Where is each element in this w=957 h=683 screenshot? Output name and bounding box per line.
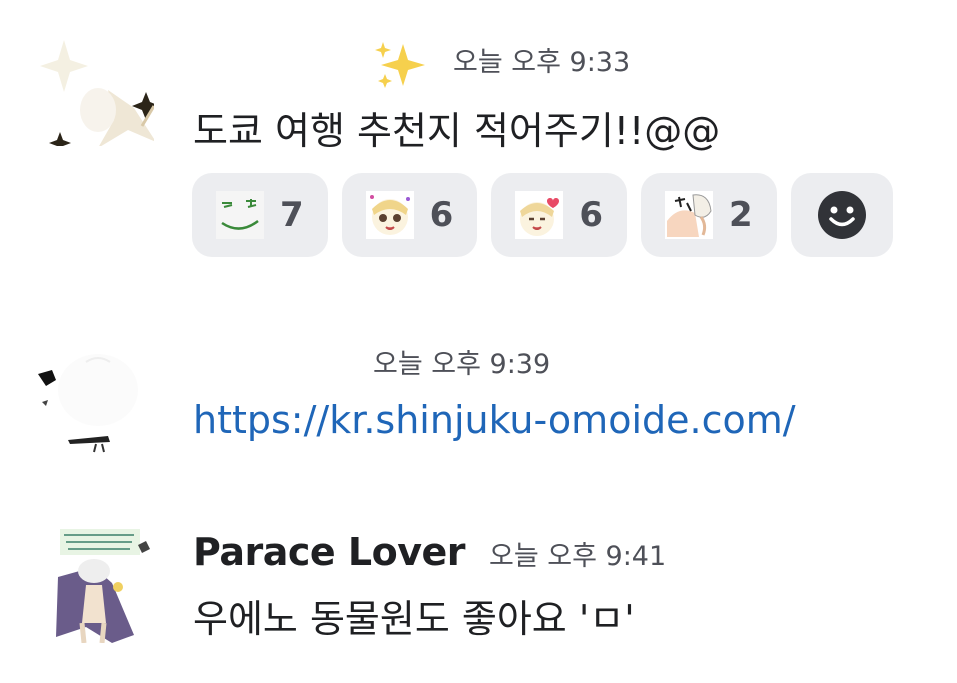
message-header: 오늘 오후 9:39: [193, 342, 550, 381]
message-header: Parace Lover 오늘 오후 9:41: [193, 530, 666, 574]
username[interactable]: Parace Lover: [193, 530, 466, 574]
reaction-count: 7: [280, 195, 304, 235]
add-reaction-button[interactable]: [790, 173, 893, 257]
message-text: 도쿄 여행 추천지 적어주기!!@@: [193, 109, 721, 153]
reaction-count: 6: [579, 195, 604, 235]
message-1: 오늘 오후 9:33 도쿄 여행 추천지 적어주기!!@@ 7 6 6 2: [0, 0, 957, 280]
message-header: 오늘 오후 9:33: [193, 40, 630, 90]
reaction-smirk-face[interactable]: 7: [192, 173, 328, 257]
message-text: 우에노 동물원도 좋아요 'ㅁ': [193, 597, 635, 641]
timestamp: 오늘 오후 9:41: [489, 541, 667, 572]
message-3: Parace Lover 오늘 오후 9:41 우에노 동물원도 좋아요 'ㅁ': [0, 512, 957, 682]
heart-girl-emoji-icon: [515, 191, 564, 239]
reaction-count: 6: [429, 195, 454, 235]
smirk-face-emoji-icon: [216, 191, 264, 239]
crying-girl-emoji-icon: [365, 191, 414, 239]
reaction-count: 2: [729, 195, 753, 235]
message-link[interactable]: https://kr.shinjuku-omoide.com/: [193, 398, 796, 442]
reactions-bar: 7 6 6 2: [192, 173, 893, 257]
reaction-crying-girl[interactable]: 6: [341, 173, 478, 257]
timestamp: 오늘 오후 9:33: [453, 47, 631, 78]
add-reaction-smiley-icon: [817, 191, 866, 239]
avatar[interactable]: [38, 340, 154, 456]
sparkle-emoji-icon: [375, 42, 425, 88]
timestamp: 오늘 오후 9:39: [373, 349, 551, 380]
reaction-comic-pinch[interactable]: 2: [641, 173, 777, 257]
message-2: 오늘 오후 9:39 https://kr.shinjuku-omoide.co…: [0, 320, 957, 470]
avatar[interactable]: [38, 30, 154, 146]
avatar[interactable]: [38, 527, 154, 643]
reaction-heart-girl[interactable]: 6: [491, 173, 628, 257]
comic-pinch-emoji-icon: [665, 191, 714, 239]
